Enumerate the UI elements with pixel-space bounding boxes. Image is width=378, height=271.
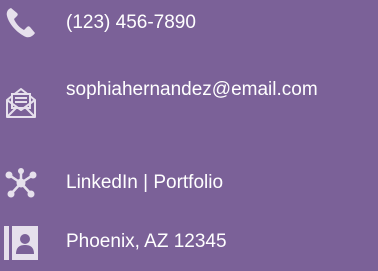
phone-number[interactable]: (123) 456-7890 [66, 9, 376, 36]
links-text[interactable]: LinkedIn | Portfolio [66, 169, 376, 196]
email-address[interactable]: sophiahernandez@email.com [66, 76, 376, 103]
envelope-letter-icon [4, 86, 38, 120]
phone-icon [4, 6, 38, 40]
contact-list: (123) 456-7890 sophiahernandez@email.com [0, 0, 378, 271]
network-nodes-icon [4, 166, 38, 200]
address-text: Phoenix, AZ 12345 [66, 231, 227, 252]
contact-card-icon [4, 226, 38, 260]
